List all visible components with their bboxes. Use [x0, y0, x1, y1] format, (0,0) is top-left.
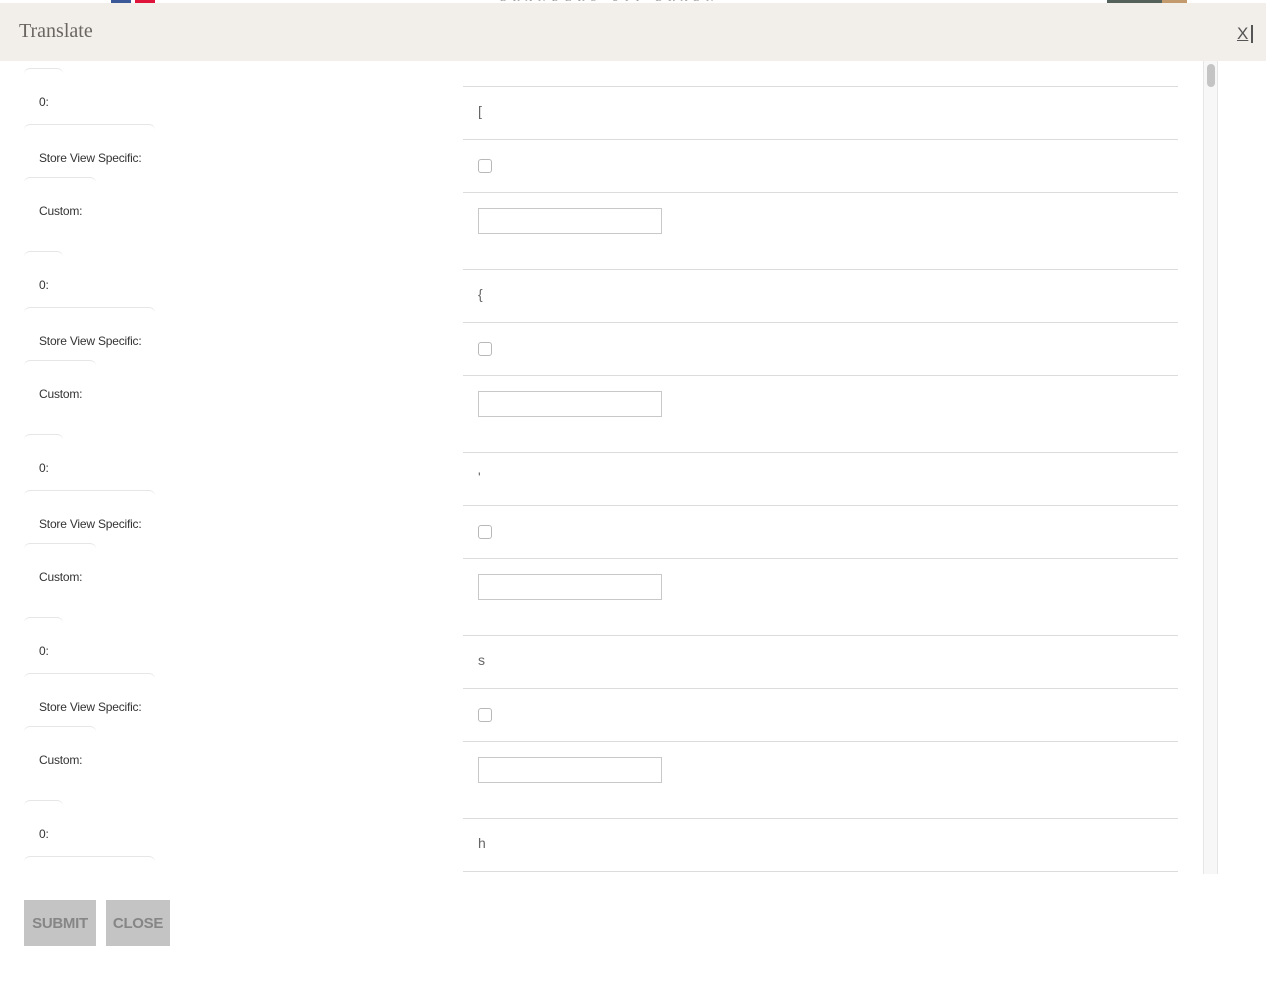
- store-view-label: Store View Specific:: [24, 490, 155, 543]
- key-label-text: 0:: [39, 827, 49, 841]
- custom-translation-input[interactable]: [478, 574, 662, 600]
- scrollbar[interactable]: [1203, 61, 1218, 874]
- submit-button[interactable]: SUBMIT: [24, 900, 96, 946]
- row-divider: [463, 741, 1178, 742]
- close-icon[interactable]: X: [1237, 25, 1253, 43]
- store-view-label-text: Store View Specific:: [39, 151, 142, 165]
- custom-label: Custom:: [24, 177, 96, 230]
- key-label: 0:: [24, 251, 63, 304]
- row-divider: [463, 322, 1178, 323]
- translation-list: 0: Store View Specific: Custom: 0: Store Vie…: [0, 61, 1218, 874]
- store-view-specific-checkbox[interactable]: [478, 525, 492, 539]
- key-label-text: 0:: [39, 278, 49, 292]
- store-view-label: Store View Specific:: [24, 124, 155, 177]
- row-divider: [463, 139, 1178, 140]
- custom-translation-input[interactable]: [478, 391, 662, 417]
- row-divider: [463, 86, 1178, 87]
- row-divider: [463, 375, 1178, 376]
- row-divider: [463, 452, 1178, 453]
- key-label: 0:: [24, 434, 63, 487]
- custom-label-text: Custom:: [39, 204, 83, 218]
- key-label-text: 0:: [39, 644, 49, 658]
- store-view-specific-checkbox[interactable]: [478, 159, 492, 173]
- original-text: [: [478, 103, 482, 119]
- modal-header: Translate X: [0, 3, 1266, 61]
- row-divider: [463, 635, 1178, 636]
- row-divider: [463, 818, 1178, 819]
- custom-translation-input[interactable]: [478, 208, 662, 234]
- store-view-specific-checkbox[interactable]: [478, 342, 492, 356]
- close-button[interactable]: CLOSE: [106, 900, 170, 946]
- original-text: ': [478, 469, 481, 485]
- store-view-label-text: Store View Specific:: [39, 700, 142, 714]
- key-label: 0:: [24, 68, 63, 121]
- custom-label: Custom:: [24, 726, 96, 779]
- custom-label-text: Custom:: [39, 387, 83, 401]
- custom-label: Custom:: [24, 360, 96, 413]
- key-label: 0:: [24, 800, 63, 853]
- custom-label: Custom:: [24, 543, 96, 596]
- store-view-label-text: Store View Specific:: [39, 517, 142, 531]
- row-divider: [463, 871, 1178, 872]
- store-view-specific-checkbox[interactable]: [478, 708, 492, 722]
- row-divider: [463, 269, 1178, 270]
- store-view-label: Store View Specific:: [24, 856, 155, 874]
- row-divider: [463, 688, 1178, 689]
- store-view-label-text: Store View Specific:: [39, 334, 142, 348]
- custom-label-text: Custom:: [39, 753, 83, 767]
- store-view-label: Store View Specific:: [24, 307, 155, 360]
- custom-label-text: Custom:: [39, 570, 83, 584]
- key-label-text: 0:: [39, 461, 49, 475]
- store-view-label: Store View Specific:: [24, 673, 155, 726]
- original-text: s: [478, 652, 485, 668]
- original-text: h: [478, 835, 486, 851]
- key-label-text: 0:: [39, 95, 49, 109]
- original-text: {: [478, 286, 483, 302]
- scrollbar-thumb[interactable]: [1207, 64, 1215, 87]
- row-divider: [463, 505, 1178, 506]
- modal-title: Translate: [19, 20, 93, 42]
- custom-translation-input[interactable]: [478, 757, 662, 783]
- row-divider: [463, 558, 1178, 559]
- key-label: 0:: [24, 617, 63, 670]
- row-divider: [463, 192, 1178, 193]
